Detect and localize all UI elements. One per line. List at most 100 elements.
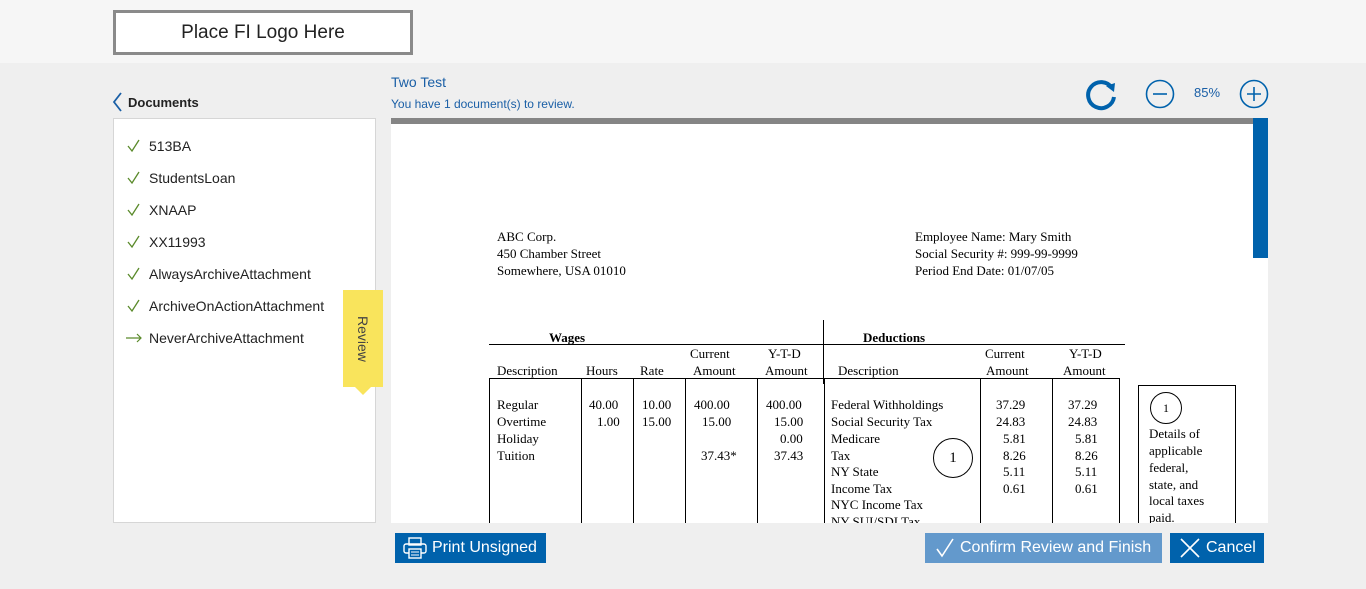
arrow-right-icon xyxy=(125,329,143,347)
table-border xyxy=(685,378,686,523)
deduction-ytd: 8.26 xyxy=(1075,448,1098,463)
employee-line: Employee Name: Mary Smith xyxy=(915,229,1072,244)
checkmark-icon xyxy=(125,169,143,187)
note-line: applicable xyxy=(1149,443,1203,458)
company-line: ABC Corp. xyxy=(497,229,557,244)
note-box: 1 Details of applicable federal, state, … xyxy=(1138,385,1236,523)
wage-current: 15.00 xyxy=(702,414,732,429)
deduction-ytd: 37.29 xyxy=(1068,397,1098,412)
deduction-desc: Medicare xyxy=(831,431,881,446)
refresh-icon xyxy=(1086,80,1116,111)
checkmark-icon xyxy=(125,265,143,283)
divider xyxy=(824,344,1125,345)
deduction-desc: NYC Income Tax xyxy=(831,497,923,512)
table-border xyxy=(980,378,981,523)
list-item-label: XNAAP xyxy=(149,202,197,218)
list-item[interactable]: AlwaysArchiveAttachment xyxy=(114,258,375,290)
deduction-current: 5.81 xyxy=(1003,431,1026,446)
scrollbar-thumb[interactable] xyxy=(1253,118,1268,258)
employee-line: Period End Date: 01/07/05 xyxy=(915,263,1055,278)
deduction-current: 24.83 xyxy=(996,414,1026,429)
wage-rate: 10.00 xyxy=(642,397,672,412)
column-header: Current xyxy=(690,346,730,361)
table-border xyxy=(757,378,758,523)
deduction-ytd: 24.83 xyxy=(1068,414,1098,429)
list-item[interactable]: XNAAP xyxy=(114,194,375,226)
print-unsigned-button[interactable]: Print Unsigned xyxy=(395,533,546,563)
document-title: Two Test xyxy=(391,74,446,90)
confirm-review-button[interactable]: Confirm Review and Finish xyxy=(925,533,1162,563)
deduction-current: 0.61 xyxy=(1003,481,1026,496)
wage-desc: Holiday xyxy=(497,431,539,446)
company-line: 450 Chamber Street xyxy=(497,246,601,261)
deduction-ytd: 5.81 xyxy=(1075,431,1098,446)
checkmark-icon xyxy=(125,297,143,315)
deduction-current: 5.11 xyxy=(1003,464,1026,479)
close-icon xyxy=(1180,538,1200,558)
plus-circle-icon xyxy=(1239,79,1269,109)
list-item[interactable]: StudentsLoan xyxy=(114,162,375,194)
confirm-review-label: Confirm Review and Finish xyxy=(960,539,1152,556)
review-tab[interactable]: Review xyxy=(343,290,383,395)
divider xyxy=(489,344,824,345)
note-line: local taxes xyxy=(1149,493,1205,508)
table-border xyxy=(824,378,825,523)
table-border xyxy=(1119,378,1120,523)
top-bar: Place FI Logo Here xyxy=(0,0,1366,63)
list-item-label: StudentsLoan xyxy=(149,170,236,186)
list-item[interactable]: XX11993 xyxy=(114,226,375,258)
employee-line: Social Security #: 999-99-9999 xyxy=(915,246,1078,261)
paystub-page: ABC Corp. 450 Chamber Street Somewhere, … xyxy=(391,118,1253,523)
deduction-desc: NY State xyxy=(831,464,879,479)
document-list: 513BA StudentsLoan XNAAP XX11993 AlwaysA… xyxy=(113,118,376,523)
note-line: state, and xyxy=(1149,477,1199,492)
column-header: Y-T-D xyxy=(768,346,801,361)
rotate-button[interactable] xyxy=(1085,78,1119,112)
printer-icon xyxy=(403,537,427,559)
document-viewer[interactable]: ABC Corp. 450 Chamber Street Somewhere, … xyxy=(391,118,1268,523)
cancel-button[interactable]: Cancel xyxy=(1170,533,1264,563)
wage-ytd: 37.43 xyxy=(774,448,804,463)
list-item-current[interactable]: NeverArchiveAttachment xyxy=(114,322,375,354)
deduction-desc: Income Tax xyxy=(831,481,893,496)
wage-desc: Overtime xyxy=(497,414,547,429)
deduction-current: 8.26 xyxy=(1003,448,1026,463)
print-unsigned-label: Print Unsigned xyxy=(432,539,537,556)
wage-current: 400.00 xyxy=(694,397,730,412)
column-header: Y-T-D xyxy=(1069,346,1102,361)
wage-ytd: 0.00 xyxy=(780,431,803,446)
documents-title: Documents xyxy=(128,94,199,110)
zoom-in-button[interactable] xyxy=(1239,79,1269,109)
logo-placeholder: Place FI Logo Here xyxy=(113,10,413,55)
note-line: federal, xyxy=(1149,460,1189,475)
zoom-level: 85% xyxy=(1193,85,1221,100)
table-border xyxy=(489,378,490,523)
chevron-left-icon xyxy=(112,92,122,112)
wage-hours: 1.00 xyxy=(597,414,620,429)
deduction-current: 37.29 xyxy=(996,397,1026,412)
minus-circle-icon xyxy=(1145,79,1175,109)
wage-hours: 40.00 xyxy=(589,397,619,412)
deduction-ytd: 5.11 xyxy=(1075,464,1098,479)
deduction-desc: Federal Withholdings xyxy=(831,397,944,412)
list-item-label: ArchiveOnActionAttachment xyxy=(149,298,325,314)
deduction-desc: Tax xyxy=(831,448,851,463)
list-item-label: 513BA xyxy=(149,138,192,154)
documents-back-button[interactable]: Documents xyxy=(112,91,199,113)
deduction-desc: Social Security Tax xyxy=(831,414,933,429)
list-item[interactable]: 513BA xyxy=(114,130,375,162)
wage-current: 37.43* xyxy=(701,448,737,463)
review-tab-label: Review xyxy=(355,315,371,362)
checkmark-icon xyxy=(125,137,143,155)
deduction-desc: NY SUI/SDI Tax xyxy=(831,514,921,523)
list-item[interactable]: ArchiveOnActionAttachment xyxy=(114,290,375,322)
company-line: Somewhere, USA 01010 xyxy=(497,263,626,278)
wage-ytd: 15.00 xyxy=(774,414,804,429)
divider xyxy=(823,320,824,384)
zoom-out-button[interactable] xyxy=(1145,79,1175,109)
column-header: Current xyxy=(985,346,1025,361)
note-marker: 1 xyxy=(1150,392,1182,424)
wage-desc: Tuition xyxy=(497,448,535,463)
note-line: paid. xyxy=(1149,510,1175,523)
checkmark-icon xyxy=(125,233,143,251)
